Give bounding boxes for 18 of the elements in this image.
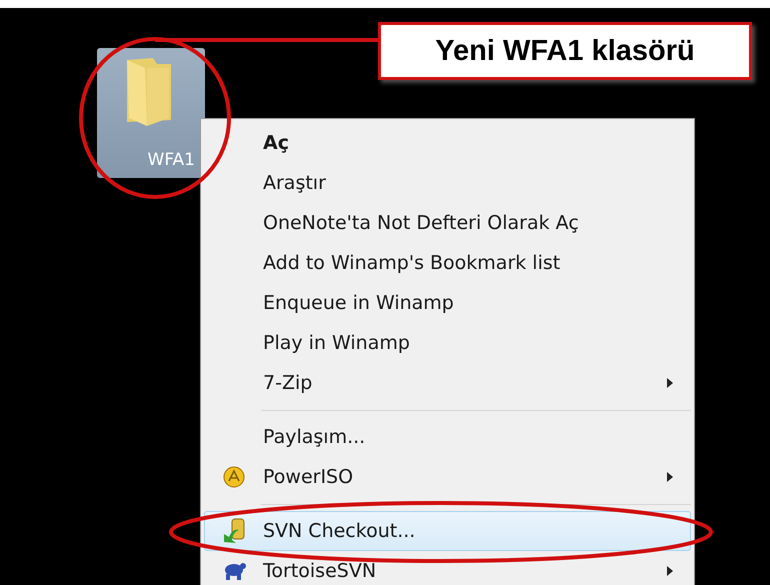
checkout-icon — [221, 518, 247, 544]
menu-item[interactable]: PowerISO — [204, 457, 691, 497]
menu-item[interactable]: Araştır — [204, 163, 691, 203]
submenu-arrow-icon — [666, 471, 674, 483]
callout-label: Yeni WFA1 klasörü — [378, 22, 752, 80]
folder-label: WFA1 — [148, 150, 195, 170]
submenu-arrow-icon — [666, 565, 674, 577]
disc-icon — [223, 466, 245, 488]
menu-item[interactable]: Add to Winamp's Bookmark list — [204, 243, 691, 283]
menu-item[interactable]: Paylaşım... — [204, 417, 691, 457]
menu-item[interactable]: Play in Winamp — [204, 323, 691, 363]
menu-item[interactable]: 7-Zip — [204, 363, 691, 403]
menu-item[interactable]: SVN Checkout... — [204, 511, 691, 551]
submenu-arrow-icon — [666, 377, 674, 389]
menu-item[interactable]: Aç — [204, 123, 691, 163]
menu-item[interactable]: Enqueue in Winamp — [204, 283, 691, 323]
menu-item[interactable]: OneNote'ta Not Defteri Olarak Aç — [204, 203, 691, 243]
menu-item[interactable]: TortoiseSVN — [204, 551, 691, 585]
